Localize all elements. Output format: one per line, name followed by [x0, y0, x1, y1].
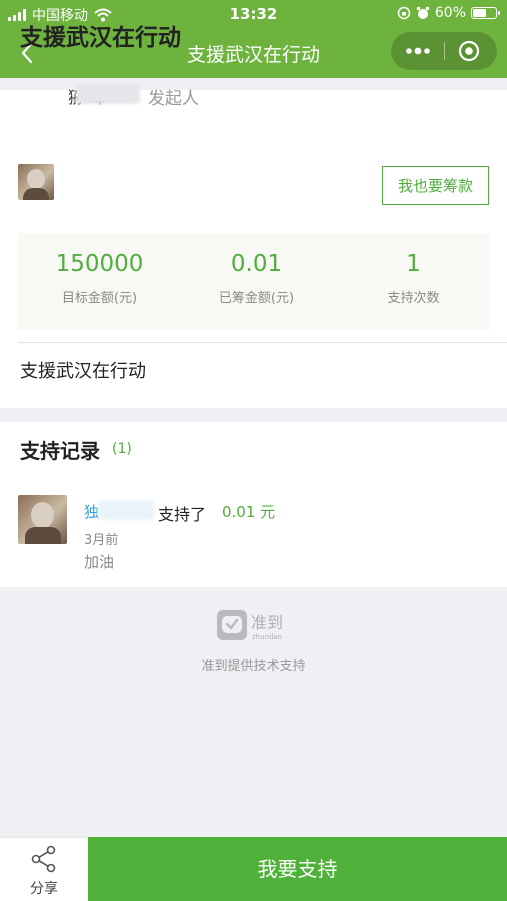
raise-funds-button[interactable]: 我也要筹款: [382, 166, 489, 205]
records-count: (1): [112, 441, 132, 457]
close-mini-program-icon[interactable]: [457, 39, 481, 63]
divider: [18, 342, 507, 343]
blurred-supporter-mask: [98, 500, 154, 520]
mini-program-capsule: [391, 32, 497, 70]
orientation-lock-icon: [397, 6, 411, 20]
stat-value: 1: [406, 251, 421, 277]
more-icon[interactable]: [405, 44, 431, 58]
support-amount: 0.01 元: [222, 503, 276, 521]
stat-label: 目标金额(元): [61, 291, 138, 306]
share-label: 分享: [30, 881, 58, 897]
battery-percent: 60%: [434, 5, 466, 21]
capsule-divider: [444, 42, 445, 60]
blurred-name-mask: [76, 84, 140, 104]
support-button[interactable]: 我要支持: [88, 837, 507, 901]
support-action: 支持了: [158, 505, 207, 524]
tech-support-text: 准到提供技术支持: [201, 659, 306, 674]
stat-value: 150000: [55, 251, 144, 277]
records-title: 支持记录: [20, 439, 100, 463]
support-message: 加油: [84, 553, 115, 571]
stat-count: 1 支持次数: [335, 233, 492, 306]
project-title: 支援武汉在行动: [20, 25, 181, 51]
stats-panel: 150000 目标金额(元) 0.01 已筹金额(元) 1 支持次数: [18, 233, 489, 330]
status-right: 60%: [397, 5, 500, 21]
stat-label: 已筹金额(元): [218, 291, 295, 306]
alarm-icon: [416, 6, 430, 19]
logo-text: 准到: [251, 613, 283, 632]
project-description: 支援武汉在行动: [20, 361, 146, 382]
logo-subtext: zhundao: [252, 633, 282, 641]
battery-icon: [471, 7, 500, 19]
zhundao-logo: 准到 zhundao: [217, 610, 283, 641]
stat-raised: 0.01 已筹金额(元): [178, 233, 335, 306]
share-button[interactable]: 分享: [0, 837, 88, 901]
supporter-name[interactable]: 独: [84, 501, 99, 522]
stat-label: 支持次数: [387, 291, 440, 306]
supporter-avatar: [18, 495, 67, 544]
stat-target: 150000 目标金额(元): [21, 233, 178, 306]
support-time: 3月前: [84, 533, 119, 548]
initiator-avatar: [18, 164, 54, 200]
initiator-role: 发起人: [148, 89, 199, 109]
stat-value: 0.01: [230, 251, 283, 277]
share-icon: [31, 845, 56, 873]
